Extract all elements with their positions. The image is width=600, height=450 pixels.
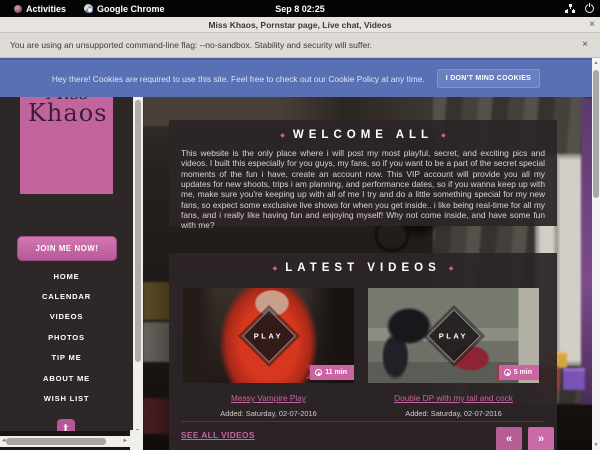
- welcome-title: WELCOME ALL: [293, 129, 433, 141]
- window-title-bar: Miss Khaos, Pornstar page, Live chat, Vi…: [0, 17, 600, 33]
- sidebar-item-tip-me[interactable]: TIP ME: [0, 348, 133, 368]
- diamond-bullet-icon: ◆: [441, 132, 446, 139]
- site-logo[interactable]: Miss Khaos: [20, 97, 113, 194]
- sidebar-item-photos[interactable]: PHOTOS: [0, 327, 133, 347]
- play-circle-icon: [504, 369, 511, 376]
- welcome-section: ◆ WELCOME ALL ◆ This website is the only…: [169, 120, 557, 226]
- see-all-videos-link[interactable]: SEE ALL VIDEOS: [181, 430, 255, 440]
- main-vertical-scrollbar[interactable]: ▲ ▼: [592, 58, 600, 450]
- logo-khaos-text: Khaos: [28, 99, 107, 127]
- app-menu-button[interactable]: Google Chrome: [78, 4, 171, 14]
- sidebar-vertical-scrollbar[interactable]: ▼: [133, 58, 142, 450]
- window-title: Miss Khaos, Pornstar page, Live chat, Vi…: [208, 20, 391, 30]
- divider: [181, 421, 545, 422]
- pagination-next-button[interactable]: »: [528, 427, 554, 450]
- infobar-close-icon[interactable]: ×: [582, 39, 588, 51]
- sidebar: Miss Khaos JOIN ME NOW! HOME CALENDAR VI…: [0, 58, 133, 431]
- latest-videos-section: ◆ LATEST VIDEOS ◆ PLAY 11 min: [169, 253, 557, 450]
- power-icon[interactable]: [585, 4, 594, 13]
- sidebar-item-videos[interactable]: VIDEOS: [0, 307, 133, 327]
- video-title-link[interactable]: Messy Vampire Play: [231, 393, 306, 403]
- sidebar-item-wish-list[interactable]: WISH LIST: [0, 388, 133, 408]
- screen: Activities Google Chrome Sep 8 02:25 Mis…: [0, 0, 600, 450]
- join-me-now-button[interactable]: JOIN ME NOW!: [17, 236, 117, 261]
- sidebar-item-home[interactable]: HOME: [0, 266, 133, 286]
- activities-label: Activities: [26, 4, 66, 14]
- sidebar-horizontal-scrollbar[interactable]: ◄ ►: [0, 436, 130, 447]
- video-card: PLAY 5 min Double DP with my tail and co…: [368, 288, 539, 418]
- duration-badge: 5 min: [499, 365, 539, 380]
- play-button[interactable]: PLAY: [242, 309, 296, 363]
- scrollbar-corner: [130, 430, 142, 450]
- network-icon[interactable]: [565, 4, 575, 13]
- background-purple-glow: [581, 98, 592, 404]
- duration-label: 5 min: [514, 369, 532, 376]
- scrollbar-thumb[interactable]: [593, 70, 599, 198]
- gnome-top-bar: Activities Google Chrome Sep 8 02:25: [0, 0, 600, 17]
- sidebar-item-about-me[interactable]: ABOUT ME: [0, 368, 133, 388]
- main-content-frame: ◆ WELCOME ALL ◆ This website is the only…: [142, 58, 592, 450]
- video-added-date: Added: Saturday, 02-07-2016: [368, 409, 539, 418]
- cookie-consent-bar: Hey there! Cookies are required to use t…: [0, 58, 592, 97]
- video-added-date: Added: Saturday, 02-07-2016: [183, 409, 354, 418]
- play-label: PLAY: [439, 331, 468, 340]
- window-close-icon[interactable]: ×: [589, 19, 595, 31]
- duration-badge: 11 min: [310, 365, 354, 380]
- sidebar-menu: HOME CALENDAR VIDEOS PHOTOS TIP ME ABOUT…: [0, 266, 133, 409]
- video-title-link[interactable]: Double DP with my tail and cock: [394, 393, 513, 403]
- latest-videos-title: LATEST VIDEOS: [285, 262, 441, 274]
- app-menu-label: Google Chrome: [97, 4, 165, 14]
- scrollbar-thumb[interactable]: [6, 438, 106, 445]
- clock[interactable]: Sep 8 02:25: [275, 0, 325, 17]
- scroll-down-icon[interactable]: ▼: [592, 442, 600, 448]
- cookie-message: Hey there! Cookies are required to use t…: [52, 74, 425, 84]
- scroll-up-icon[interactable]: ▲: [592, 60, 600, 66]
- sidebar-item-calendar[interactable]: CALENDAR: [0, 286, 133, 306]
- video-card: PLAY 11 min Messy Vampire Play Added: Sa…: [183, 288, 354, 418]
- play-label: PLAY: [254, 331, 283, 340]
- page-viewport: ◆ WELCOME ALL ◆ This website is the only…: [0, 58, 600, 450]
- play-circle-icon: [315, 369, 322, 376]
- pagination-prev-button[interactable]: «: [496, 427, 522, 450]
- diamond-bullet-icon: ◆: [449, 265, 454, 272]
- video-thumbnail[interactable]: PLAY 11 min: [183, 288, 354, 383]
- scrollbar-thumb[interactable]: [135, 100, 141, 362]
- diamond-bullet-icon: ◆: [280, 132, 285, 139]
- play-button[interactable]: PLAY: [427, 309, 481, 363]
- background-gift-purple: [563, 368, 585, 390]
- duration-label: 11 min: [325, 369, 347, 376]
- chrome-icon: [84, 4, 93, 13]
- infobar-message: You are using an unsupported command-lin…: [0, 40, 372, 50]
- activities-indicator-icon: [14, 5, 22, 13]
- twitter-icon[interactable]: t: [57, 419, 75, 431]
- scroll-right-icon[interactable]: ►: [123, 438, 128, 444]
- diamond-bullet-icon: ◆: [273, 265, 278, 272]
- activities-button[interactable]: Activities: [8, 4, 72, 14]
- chrome-infobar: You are using an unsupported command-lin…: [0, 33, 600, 58]
- cookie-accept-button[interactable]: I DON'T MIND COOKIES: [437, 69, 540, 88]
- welcome-text: This website is the only place where i w…: [181, 148, 545, 231]
- video-thumbnail[interactable]: PLAY 5 min: [368, 288, 539, 383]
